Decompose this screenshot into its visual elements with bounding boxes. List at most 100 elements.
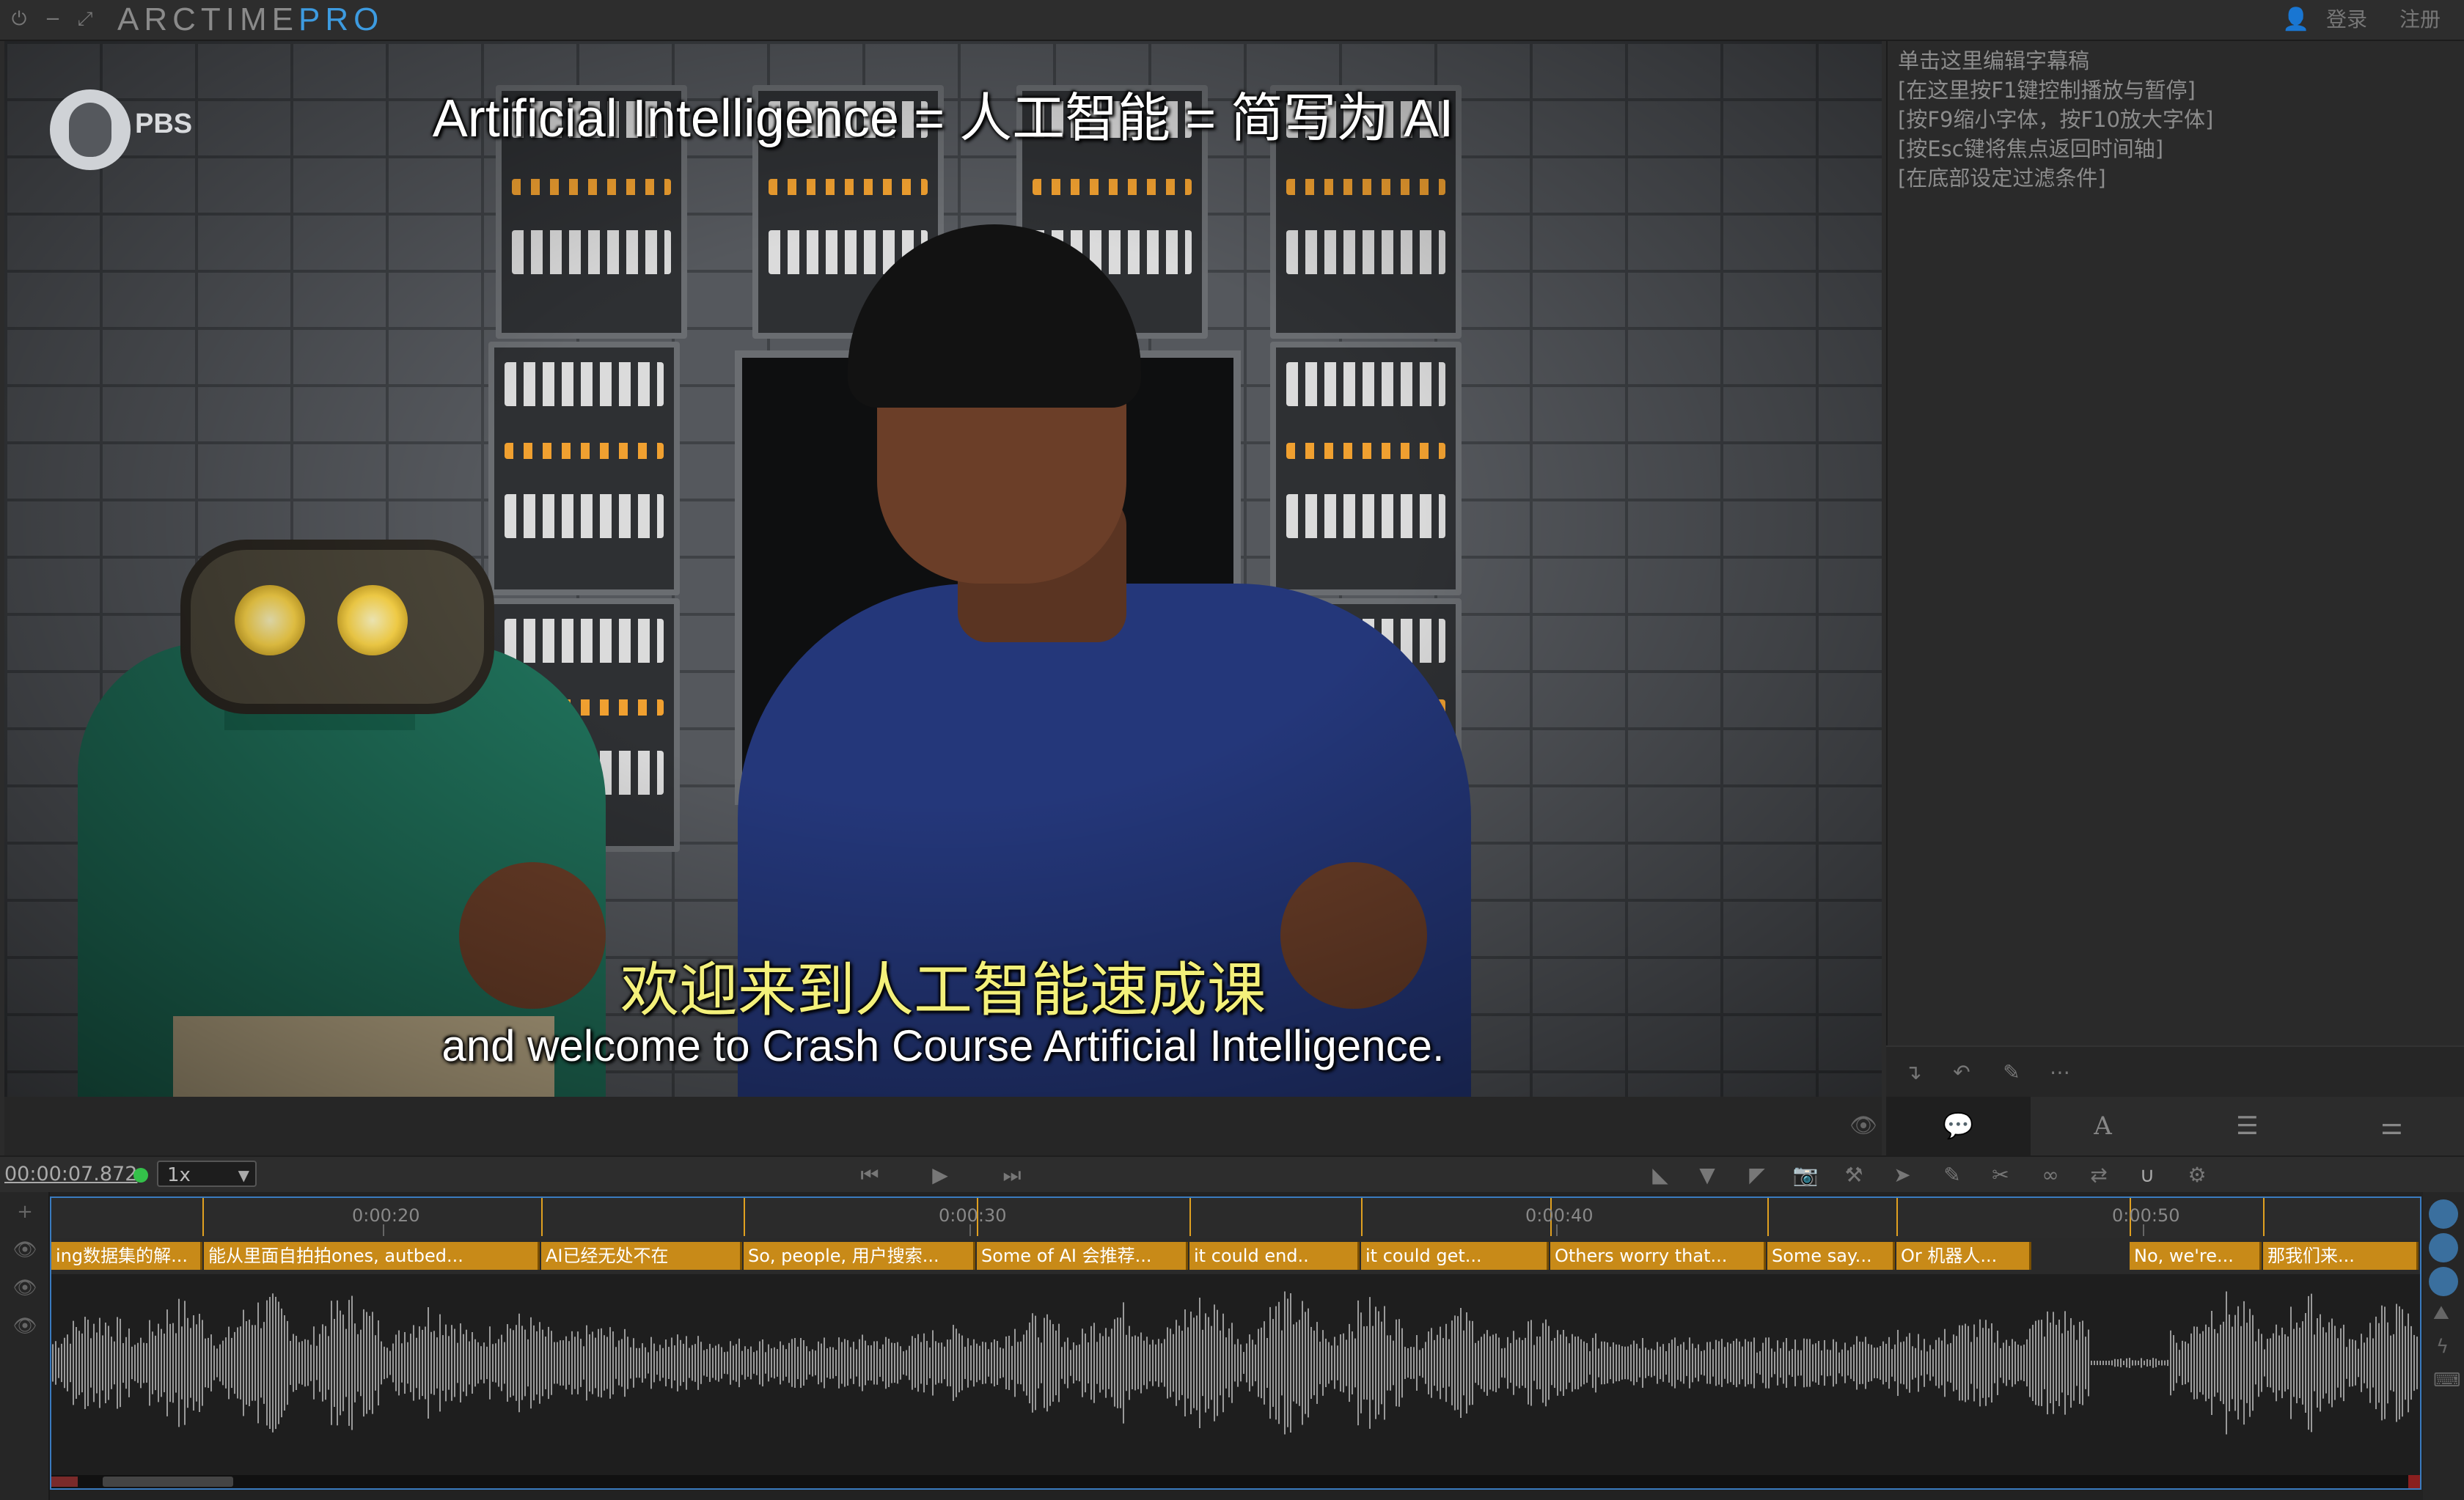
wand-icon[interactable]: ⚒ — [1839, 1161, 1869, 1189]
editor-toolbar: ↴ ↶ ✎ ⋯ — [1886, 1045, 2464, 1098]
timeline-scrollbar[interactable] — [51, 1475, 2420, 1488]
speed-select[interactable]: 1x ▼ — [157, 1161, 257, 1187]
editor-tabs: 💬 A ☰ ⚌ — [1886, 1097, 2464, 1155]
edit-icon[interactable]: ✎ — [1937, 1161, 1967, 1189]
pencil-icon[interactable]: ✎ — [1995, 1056, 2028, 1089]
transport-bar: 00:00:07.872 1x ▼ ⏮ ▶ ⏭ ◣ ▼ ◤ 📷 ⚒ ➤ ✎ ✂ … — [0, 1155, 2464, 1194]
lightning-icon[interactable]: ϟ — [2436, 1336, 2449, 1358]
next-icon[interactable]: ⏭ — [997, 1161, 1027, 1189]
scroll-end-marker — [2408, 1475, 2420, 1488]
waveform-icon[interactable]: ⛰ — [2433, 1302, 2449, 1325]
subtitle-segment[interactable]: So, people, 用户搜索... — [744, 1242, 975, 1270]
subtitle-segment[interactable]: it could get... — [1361, 1242, 1549, 1270]
magnet-icon[interactable]: ∪ — [2133, 1161, 2162, 1189]
track-visibility-icon[interactable]: 👁 — [10, 1315, 40, 1337]
editor-hint[interactable]: 单击这里编辑字幕稿 — [1898, 44, 2089, 75]
timeline: + 👁 👁 👁 0:00:20 0:00:30 0:00:40 0:00:50 — [0, 1192, 2464, 1500]
subtitle-boundary-marker — [202, 1198, 204, 1236]
subtitle-boundary-marker — [541, 1198, 543, 1236]
swap-icon[interactable]: ⇄ — [2084, 1161, 2113, 1189]
mark-out-icon[interactable]: ◤ — [1742, 1161, 1772, 1189]
app-edition: PRO — [298, 1, 384, 37]
editor-hint: [按F9缩小字体，按F10放大字体] — [1898, 107, 2214, 132]
keyboard-icon[interactable]: ⌨ — [2433, 1370, 2461, 1391]
subtitle-segment[interactable]: it could end.. — [1189, 1242, 1360, 1270]
zoom-fit-icon[interactable] — [2429, 1267, 2458, 1296]
tab-list-icon[interactable]: ☰ — [2175, 1097, 2320, 1155]
subtitle-track[interactable]: ing数据集的解... 能从里面自拍拍ones, autbed... AI已经无… — [51, 1238, 2420, 1274]
ruler-label: 0:00:50 — [2112, 1205, 2180, 1226]
chevron-down-icon: ▼ — [238, 1166, 249, 1184]
ruler-tick — [383, 1224, 384, 1236]
tab-subtitles-chat-icon[interactable]: 💬 — [1886, 1097, 2031, 1155]
subtitle-segment[interactable]: Others worry that... — [1550, 1242, 1766, 1270]
subtitle-boundary-marker — [2263, 1198, 2265, 1236]
editor-hint: [在这里按F1键控制播放与暂停] — [1898, 78, 2196, 103]
marker-icon[interactable]: ▼ — [1693, 1161, 1722, 1189]
zoom-out-icon[interactable] — [2429, 1233, 2458, 1262]
fullscreen-icon[interactable]: ⤢ — [72, 6, 98, 32]
audio-waveform[interactable] — [51, 1279, 2420, 1447]
play-icon[interactable]: ▶ — [925, 1161, 955, 1189]
subtitle-segment[interactable]: AI已经无处不在 — [541, 1242, 742, 1270]
eye-icon[interactable]: 👁 — [1849, 1113, 1877, 1139]
subtitle-segment[interactable]: No, we're... — [2130, 1242, 2262, 1270]
tab-settings-sliders-icon[interactable]: ⚌ — [2320, 1097, 2464, 1155]
ruler-label: 0:00:30 — [939, 1205, 1007, 1226]
mark-in-icon[interactable]: ◣ — [1646, 1161, 1675, 1189]
minimize-icon[interactable]: − — [40, 6, 66, 32]
link-icon[interactable]: ∞ — [2036, 1161, 2065, 1189]
video-bottom-bar: 👁 — [4, 1097, 1882, 1155]
speed-value: 1x — [167, 1164, 191, 1186]
subtitle-segment[interactable]: ing数据集的解... — [51, 1242, 202, 1270]
subtitle-editor[interactable]: 单击这里编辑字幕稿 [在这里按F1键控制播放与暂停] [按F9缩小字体，按F10… — [1886, 41, 2464, 1045]
zoom-in-icon[interactable] — [2429, 1199, 2458, 1229]
undo-icon[interactable]: ↶ — [1945, 1056, 1979, 1089]
ruler-tick — [2143, 1224, 2144, 1236]
subtitle-segment[interactable]: 那我们来... — [2263, 1242, 2419, 1270]
subtitle-segment[interactable]: Some of AI 会推荐... — [977, 1242, 1188, 1270]
scissors-icon[interactable]: ✂ — [1986, 1161, 2015, 1189]
editor-hint: [按Esc键将焦点返回时间轴] — [1898, 136, 2164, 161]
add-track-icon[interactable]: + — [10, 1201, 40, 1223]
subtitle-boundary-marker — [1896, 1198, 1898, 1236]
timeline-area[interactable]: 0:00:20 0:00:30 0:00:40 0:00:50 ing数据集的解… — [50, 1196, 2421, 1490]
previous-icon[interactable]: ⏮ — [855, 1161, 884, 1189]
subtitle-boundary-marker — [1189, 1198, 1191, 1236]
power-icon[interactable]: ⏻ — [6, 6, 32, 32]
subtitle-boundary-marker — [1767, 1198, 1769, 1236]
track-visibility-icon[interactable]: 👁 — [10, 1277, 40, 1299]
scrollbar-thumb[interactable] — [103, 1477, 233, 1487]
timeline-track-controls: + 👁 👁 👁 — [0, 1192, 50, 1500]
time-ruler[interactable]: 0:00:20 0:00:30 0:00:40 0:00:50 — [51, 1198, 2420, 1239]
subtitle-english: and welcome to Crash Course Artificial I… — [441, 1021, 1445, 1070]
app-title: ARCTIMEPRO — [117, 0, 384, 40]
timecode[interactable]: 00:00:07.872 — [4, 1163, 137, 1185]
import-icon[interactable]: ↴ — [1896, 1056, 1930, 1089]
video-vignette — [4, 41, 1882, 1097]
pointer-icon[interactable]: ➤ — [1888, 1161, 1917, 1189]
timeline-side-tools: ⛰ ϟ ⌨ — [2423, 1192, 2464, 1500]
status-dot — [133, 1168, 148, 1183]
ruler-tick — [1556, 1224, 1558, 1236]
subtitle-boundary-marker — [1361, 1198, 1363, 1236]
subtitle-segment[interactable]: Some say... — [1767, 1242, 1895, 1270]
subtitle-boundary-marker — [744, 1198, 745, 1236]
app-name: ARCTIME — [117, 1, 298, 37]
subtitle-top: Artificial Intelligence = 人工智能 = 简写为 AI — [432, 89, 1454, 148]
subtitle-segment[interactable]: 能从里面自拍拍ones, autbed... — [204, 1242, 540, 1270]
login-link[interactable]: 登录 — [2326, 0, 2367, 40]
more-icon[interactable]: ⋯ — [2043, 1056, 2077, 1089]
ruler-label: 0:00:40 — [1525, 1205, 1594, 1226]
camera-icon[interactable]: 📷 — [1791, 1161, 1820, 1189]
track-visibility-icon[interactable]: 👁 — [10, 1239, 40, 1261]
user-icon: 👤 — [2282, 7, 2310, 32]
register-link[interactable]: 注册 — [2399, 0, 2441, 40]
ruler-label: 0:00:20 — [352, 1205, 420, 1226]
gear-icon[interactable]: ⚙ — [2182, 1161, 2212, 1189]
tab-font-icon[interactable]: A — [2031, 1097, 2175, 1155]
ruler-tick — [969, 1224, 971, 1236]
video-preview[interactable]: PBS Artificial Intelligence = 人工智能 = 简写为… — [4, 41, 1882, 1097]
subtitle-segment[interactable]: Or 机器人... — [1896, 1242, 2031, 1270]
title-bar: ⏻ − ⤢ ARCTIMEPRO 👤 登录 注册 — [0, 0, 2464, 41]
